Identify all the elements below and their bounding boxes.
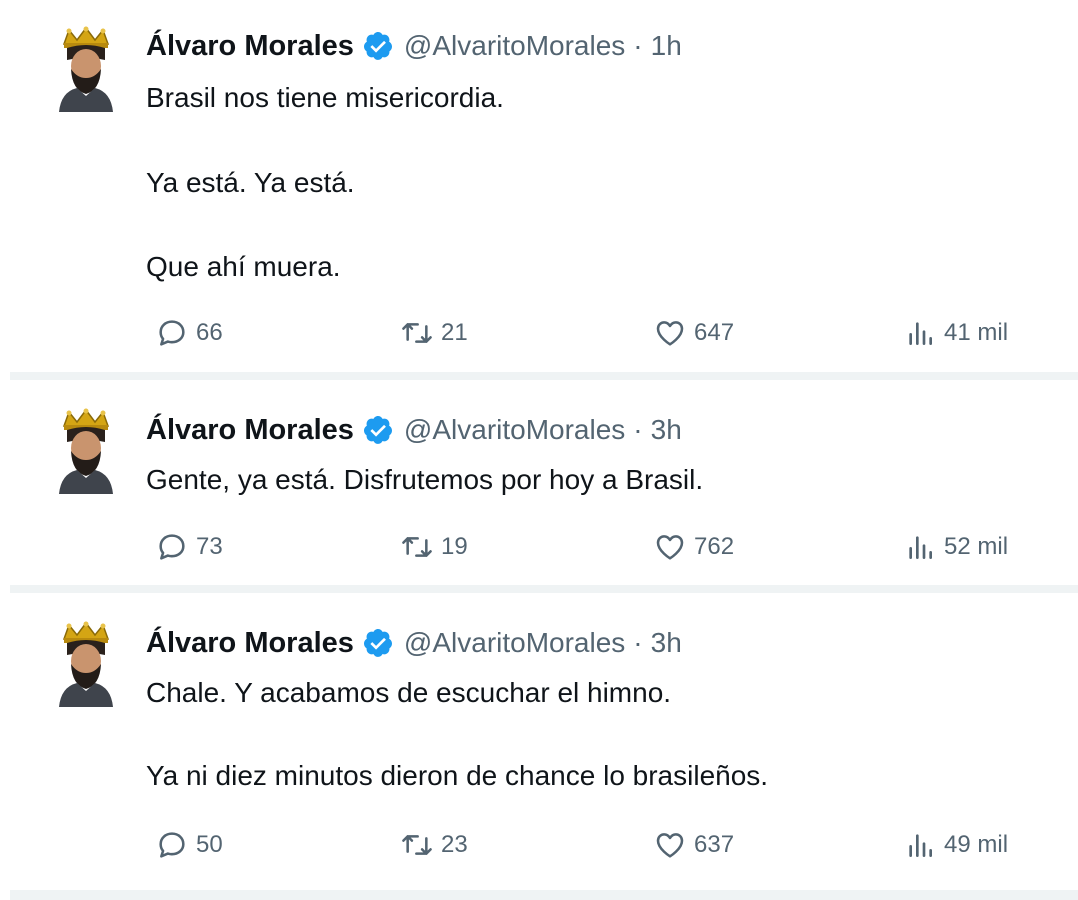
view-count: 49 mil (944, 831, 1009, 858)
tweet-timestamp[interactable]: 3h (651, 627, 682, 659)
reply-count: 73 (196, 533, 223, 560)
like-count: 647 (694, 319, 735, 346)
author-handle[interactable]: @AlvaritoMorales (404, 414, 625, 446)
author-handle[interactable]: @AlvaritoMorales (404, 30, 625, 62)
heart-icon (656, 321, 684, 346)
tweet-header: Álvaro Morales @AlvaritoMorales · 1h (146, 26, 682, 66)
views-button[interactable]: 52 mil (904, 527, 1008, 567)
tweet[interactable]: Álvaro Morales @AlvaritoMorales · 1h Bra… (10, 0, 1078, 372)
tweet[interactable]: Álvaro Morales @AlvaritoMorales · 3h Cha… (10, 593, 1078, 890)
reply-icon (159, 832, 185, 858)
retweet-button[interactable]: 23 (401, 825, 468, 865)
reply-icon (159, 534, 185, 560)
reply-count: 50 (196, 831, 223, 858)
verified-badge-icon (363, 416, 392, 444)
crowned-man-avatar-icon[interactable] (55, 26, 117, 112)
tweet-text-line: Que ahí muera. (146, 251, 341, 282)
verified-badge-icon (363, 32, 392, 60)
retweet-icon (402, 323, 432, 343)
like-button[interactable]: 647 (654, 313, 734, 353)
tweet-actions: 50 23 637 49 mil (146, 825, 1046, 865)
heart-icon (656, 535, 684, 560)
retweet-count: 19 (441, 533, 468, 560)
author-name[interactable]: Álvaro Morales (146, 30, 354, 63)
tweet-timestamp[interactable]: 3h (651, 414, 682, 446)
tweet-feed: Álvaro Morales @AlvaritoMorales · 1h Bra… (0, 0, 1078, 900)
tweet-actions: 66 21 647 41 mil (146, 313, 1046, 353)
views-bar-chart-icon (909, 322, 932, 345)
tweet-text-line: Gente, ya está. Disfrutemos por hoy a Br… (146, 464, 704, 495)
reply-button[interactable]: 66 (156, 313, 223, 353)
retweet-icon (402, 835, 432, 855)
reply-button[interactable]: 50 (156, 825, 223, 865)
retweet-count: 21 (441, 319, 468, 346)
author-name[interactable]: Álvaro Morales (146, 627, 354, 660)
views-button[interactable]: 41 mil (904, 313, 1008, 353)
tweet-text-line: Ya está. Ya está. (146, 167, 355, 198)
heart-icon (656, 833, 684, 858)
separator-dot: · (633, 627, 643, 658)
like-count: 637 (694, 831, 735, 858)
verified-badge-icon (363, 629, 392, 657)
view-count: 52 mil (944, 533, 1009, 560)
crowned-man-avatar-icon[interactable] (55, 408, 117, 494)
view-count: 41 mil (944, 319, 1009, 346)
tweet[interactable]: Álvaro Morales @AlvaritoMorales · 3h Gen… (10, 380, 1078, 585)
tweet-header: Álvaro Morales @AlvaritoMorales · 3h (146, 623, 682, 663)
author-handle[interactable]: @AlvaritoMorales (404, 627, 625, 659)
views-button[interactable]: 49 mil (904, 825, 1008, 865)
tweet-text-line: Brasil nos tiene misericordia. (146, 82, 504, 113)
author-name[interactable]: Álvaro Morales (146, 414, 354, 447)
like-button[interactable]: 637 (654, 825, 734, 865)
like-button[interactable]: 762 (654, 527, 734, 567)
reply-icon (159, 320, 185, 346)
like-count: 762 (694, 533, 735, 560)
retweet-count: 23 (441, 831, 468, 858)
separator-dot: · (633, 414, 643, 445)
retweet-icon (402, 537, 432, 557)
retweet-button[interactable]: 19 (401, 527, 468, 567)
tweet-divider (10, 585, 1078, 593)
retweet-button[interactable]: 21 (401, 313, 468, 353)
reply-count: 66 (196, 319, 223, 346)
tweet-divider (10, 890, 1078, 900)
crowned-man-avatar-icon[interactable] (55, 621, 117, 707)
views-bar-chart-icon (909, 536, 932, 559)
tweet-actions: 73 19 762 52 mil (146, 527, 1046, 567)
separator-dot: · (633, 30, 643, 61)
tweet-text-line: Ya ni diez minutos dieron de chance lo b… (146, 760, 769, 791)
tweet-divider (10, 372, 1078, 380)
tweet-header: Álvaro Morales @AlvaritoMorales · 3h (146, 410, 682, 450)
views-bar-chart-icon (909, 834, 932, 857)
reply-button[interactable]: 73 (156, 527, 223, 567)
tweet-text-line: Chale. Y acabamos de escuchar el himno. (146, 677, 672, 708)
tweet-timestamp[interactable]: 1h (651, 30, 682, 62)
